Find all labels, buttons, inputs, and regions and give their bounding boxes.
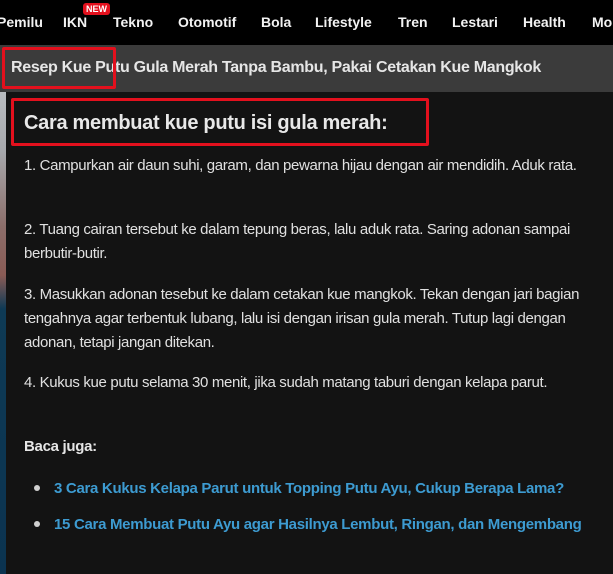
- bullet-icon: [34, 485, 40, 491]
- related-link[interactable]: 15 Cara Membuat Putu Ayu agar Hasilnya L…: [54, 516, 582, 533]
- nav-item-lifestyle[interactable]: Lifestyle: [315, 14, 372, 30]
- highlight-box-heading: [11, 98, 429, 146]
- nav-item-tren[interactable]: Tren: [398, 14, 428, 30]
- nav-item-ikn[interactable]: IKN: [63, 14, 87, 30]
- related-links-list: 3 Cara Kukus Kelapa Parut untuk Topping …: [24, 477, 604, 549]
- top-navigation: Pemilu IKN NEW Tekno Otomotif Bola Lifes…: [0, 0, 613, 45]
- nav-item-more[interactable]: Mo: [592, 14, 612, 30]
- step-3: 3. Masukkan adonan tesebut ke dalam ceta…: [24, 286, 580, 351]
- step-4: 4. Kukus kue putu selama 30 menit, jika …: [24, 374, 548, 391]
- nav-item-bola[interactable]: Bola: [261, 14, 291, 30]
- nav-item-tekno[interactable]: Tekno: [113, 14, 153, 30]
- step-1: 1. Campurkan air daun suhi, garam, dan p…: [24, 157, 577, 174]
- nav-item-pemilu[interactable]: Pemilu: [0, 14, 43, 30]
- list-item: 3 Cara Kukus Kelapa Parut untuk Topping …: [24, 477, 604, 501]
- nav-item-health[interactable]: Health: [523, 14, 566, 30]
- related-link[interactable]: 3 Cara Kukus Kelapa Parut untuk Topping …: [54, 480, 564, 497]
- step-2: 2. Tuang cairan tersebut ke dalam tepung…: [24, 221, 570, 262]
- new-badge: NEW: [83, 3, 110, 15]
- list-item: 15 Cara Membuat Putu Ayu agar Hasilnya L…: [24, 513, 604, 537]
- nav-item-otomotif[interactable]: Otomotif: [178, 14, 236, 30]
- nav-item-lestari[interactable]: Lestari: [452, 14, 498, 30]
- highlight-box-title: [2, 47, 116, 89]
- bullet-icon: [34, 521, 40, 527]
- read-also-label: Baca juga:: [24, 438, 97, 455]
